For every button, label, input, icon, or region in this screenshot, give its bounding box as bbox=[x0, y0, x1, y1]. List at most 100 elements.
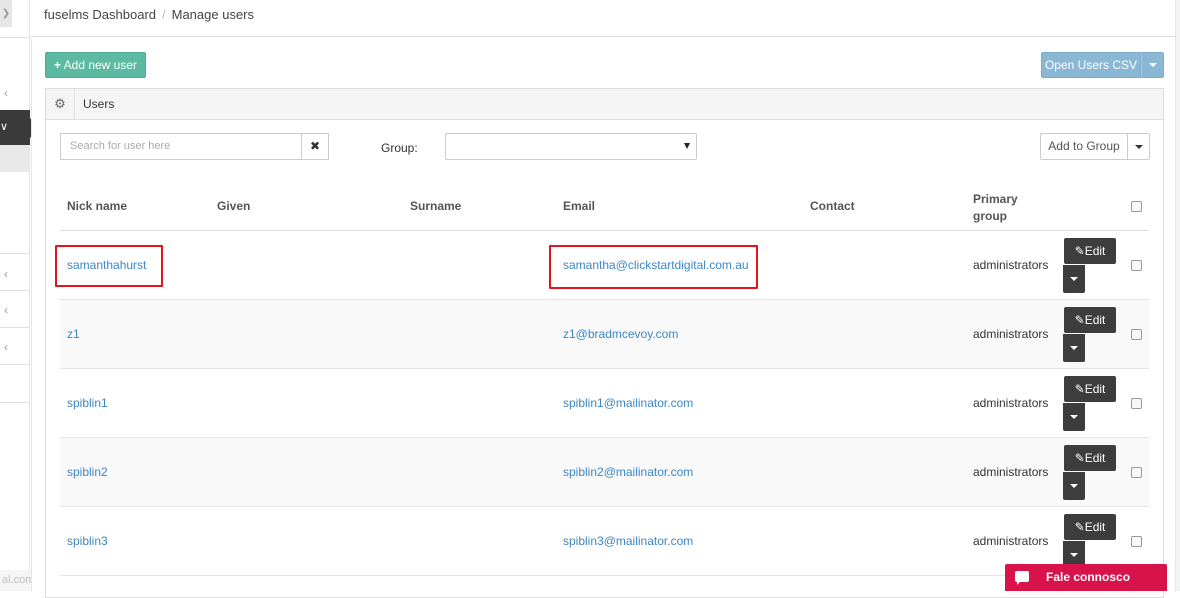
caret-down-icon bbox=[1070, 277, 1078, 281]
panel-title: Users bbox=[83, 97, 115, 111]
column-header-primary-group[interactable]: Primary group bbox=[973, 191, 1018, 225]
table-row: spiblin2 spiblin2@mailinator.com adminis… bbox=[60, 438, 1149, 507]
primary-group-line-1: Primary bbox=[973, 192, 1018, 206]
edit-icon: ✎ bbox=[1074, 244, 1085, 258]
column-header-surname[interactable]: Surname bbox=[410, 199, 461, 213]
user-primary-group: administrators bbox=[973, 534, 1049, 548]
edit-dropdown[interactable] bbox=[1063, 265, 1085, 293]
user-nick-link[interactable]: z1 bbox=[67, 327, 80, 341]
user-nick-link[interactable]: spiblin1 bbox=[67, 396, 108, 410]
caret-down-icon bbox=[1070, 484, 1078, 488]
table-row: spiblin1 spiblin1@mailinator.com adminis… bbox=[60, 369, 1149, 438]
column-header-nick[interactable]: Nick name bbox=[67, 199, 127, 213]
scrollbar[interactable] bbox=[1175, 0, 1180, 591]
table-row: z1 z1@bradmcevoy.com administrators ✎Edi… bbox=[60, 300, 1149, 369]
row-checkbox[interactable] bbox=[1131, 329, 1142, 340]
column-header-given[interactable]: Given bbox=[217, 199, 250, 213]
main-content: + Add new user Open Users CSV ⚙ Users Se… bbox=[31, 38, 1180, 598]
user-primary-group: administrators bbox=[973, 258, 1049, 272]
chevron-down-icon: ∨ bbox=[0, 121, 9, 133]
user-email-link[interactable]: spiblin1@mailinator.com bbox=[563, 396, 693, 410]
sidebar-divider bbox=[0, 290, 30, 291]
select-all-checkbox[interactable] bbox=[1131, 201, 1142, 212]
highlight-box-nick bbox=[55, 245, 163, 287]
caret-down-icon bbox=[1070, 553, 1078, 557]
chat-label: Fale connosco bbox=[1046, 570, 1131, 584]
edit-label: Edit bbox=[1084, 244, 1106, 258]
user-nick-link[interactable]: spiblin3 bbox=[67, 534, 108, 548]
breadcrumb-home[interactable]: fuselms Dashboard bbox=[44, 7, 156, 22]
sidebar-item-3[interactable]: ‹ bbox=[0, 300, 12, 320]
sidebar-divider bbox=[0, 402, 30, 403]
user-primary-group: administrators bbox=[973, 327, 1049, 341]
edit-button[interactable]: ✎Edit bbox=[1064, 307, 1116, 333]
sidebar: ❯ ‹ ∨ ‹ ‹ ‹ bbox=[0, 0, 39, 591]
group-select[interactable] bbox=[445, 133, 697, 160]
highlight-box-email bbox=[549, 245, 758, 289]
gear-icon[interactable]: ⚙ bbox=[46, 89, 75, 119]
edit-label: Edit bbox=[1084, 313, 1106, 327]
row-checkbox[interactable] bbox=[1131, 260, 1142, 271]
column-header-contact[interactable]: Contact bbox=[810, 199, 855, 213]
sidebar-divider bbox=[0, 364, 30, 365]
chevron-right-icon: ❯ bbox=[1, 8, 11, 19]
add-user-label: Add new user bbox=[63, 58, 138, 72]
add-user-button[interactable]: + Add new user bbox=[45, 52, 146, 78]
sidebar-item-4[interactable]: ‹ bbox=[0, 337, 12, 357]
chevron-left-icon: ‹ bbox=[4, 86, 8, 100]
edit-button[interactable]: ✎Edit bbox=[1064, 376, 1116, 402]
sidebar-divider bbox=[0, 253, 30, 254]
edit-icon: ✎ bbox=[1074, 382, 1085, 396]
sidebar-item-1[interactable]: ‹ bbox=[0, 83, 12, 103]
sidebar-subitem-active[interactable] bbox=[0, 145, 30, 172]
edit-label: Edit bbox=[1084, 382, 1106, 396]
breadcrumb: fuselms Dashboard / Manage users bbox=[44, 7, 254, 22]
edit-dropdown[interactable] bbox=[1063, 334, 1085, 362]
users-panel: ⚙ Users Search for user here ✖ Group: Ad… bbox=[45, 88, 1164, 598]
plus-icon: + bbox=[53, 58, 61, 72]
panel-header: ⚙ Users bbox=[46, 89, 1163, 120]
search-input[interactable]: Search for user here bbox=[60, 133, 302, 160]
clear-search-button[interactable]: ✖ bbox=[301, 133, 329, 160]
chevron-left-icon: ‹ bbox=[4, 303, 8, 317]
row-checkbox[interactable] bbox=[1131, 467, 1142, 478]
edit-button[interactable]: ✎Edit bbox=[1064, 514, 1116, 540]
edit-icon: ✎ bbox=[1074, 313, 1085, 327]
top-bar: fuselms Dashboard / Manage users bbox=[31, 0, 1180, 37]
open-users-csv-dropdown[interactable] bbox=[1141, 52, 1164, 78]
edit-button[interactable]: ✎Edit bbox=[1064, 238, 1116, 264]
edit-icon: ✎ bbox=[1074, 520, 1085, 534]
select-arrow-icon bbox=[684, 143, 690, 149]
chat-widget-button[interactable]: Fale connosco bbox=[1005, 564, 1167, 591]
chat-bubble-icon bbox=[1015, 571, 1029, 585]
sidebar-item-2[interactable]: ‹ bbox=[0, 264, 12, 284]
row-checkbox[interactable] bbox=[1131, 398, 1142, 409]
user-email-link[interactable]: spiblin2@mailinator.com bbox=[563, 465, 693, 479]
sidebar-divider bbox=[0, 327, 30, 328]
breadcrumb-current: Manage users bbox=[171, 7, 255, 22]
edit-dropdown[interactable] bbox=[1063, 472, 1085, 500]
sidebar-divider bbox=[0, 37, 30, 38]
sidebar-item-active[interactable]: ∨ bbox=[0, 110, 30, 145]
chevron-left-icon: ‹ bbox=[4, 267, 8, 281]
edit-dropdown[interactable] bbox=[1063, 403, 1085, 431]
add-to-group-button[interactable]: Add to Group bbox=[1040, 133, 1128, 160]
chevron-left-icon: ‹ bbox=[4, 340, 8, 354]
caret-down-icon bbox=[1134, 144, 1143, 149]
caret-down-icon bbox=[1070, 346, 1078, 350]
caret-down-icon bbox=[1148, 63, 1157, 67]
edit-button[interactable]: ✎Edit bbox=[1064, 445, 1116, 471]
sidebar-collapse-toggle[interactable]: ❯ bbox=[0, 0, 12, 27]
row-checkbox[interactable] bbox=[1131, 536, 1142, 547]
open-users-csv-button[interactable]: Open Users CSV bbox=[1041, 52, 1141, 78]
user-email-link[interactable]: spiblin3@mailinator.com bbox=[563, 534, 693, 548]
user-primary-group: administrators bbox=[973, 465, 1049, 479]
user-nick-link[interactable]: spiblin2 bbox=[67, 465, 108, 479]
user-email-link[interactable]: z1@bradmcevoy.com bbox=[563, 327, 678, 341]
breadcrumb-separator: / bbox=[162, 7, 166, 22]
column-header-email[interactable]: Email bbox=[563, 199, 595, 213]
edit-icon: ✎ bbox=[1074, 451, 1085, 465]
add-to-group-dropdown[interactable] bbox=[1128, 133, 1150, 160]
edit-label: Edit bbox=[1084, 520, 1106, 534]
table-row: spiblin3 spiblin3@mailinator.com adminis… bbox=[60, 507, 1149, 576]
